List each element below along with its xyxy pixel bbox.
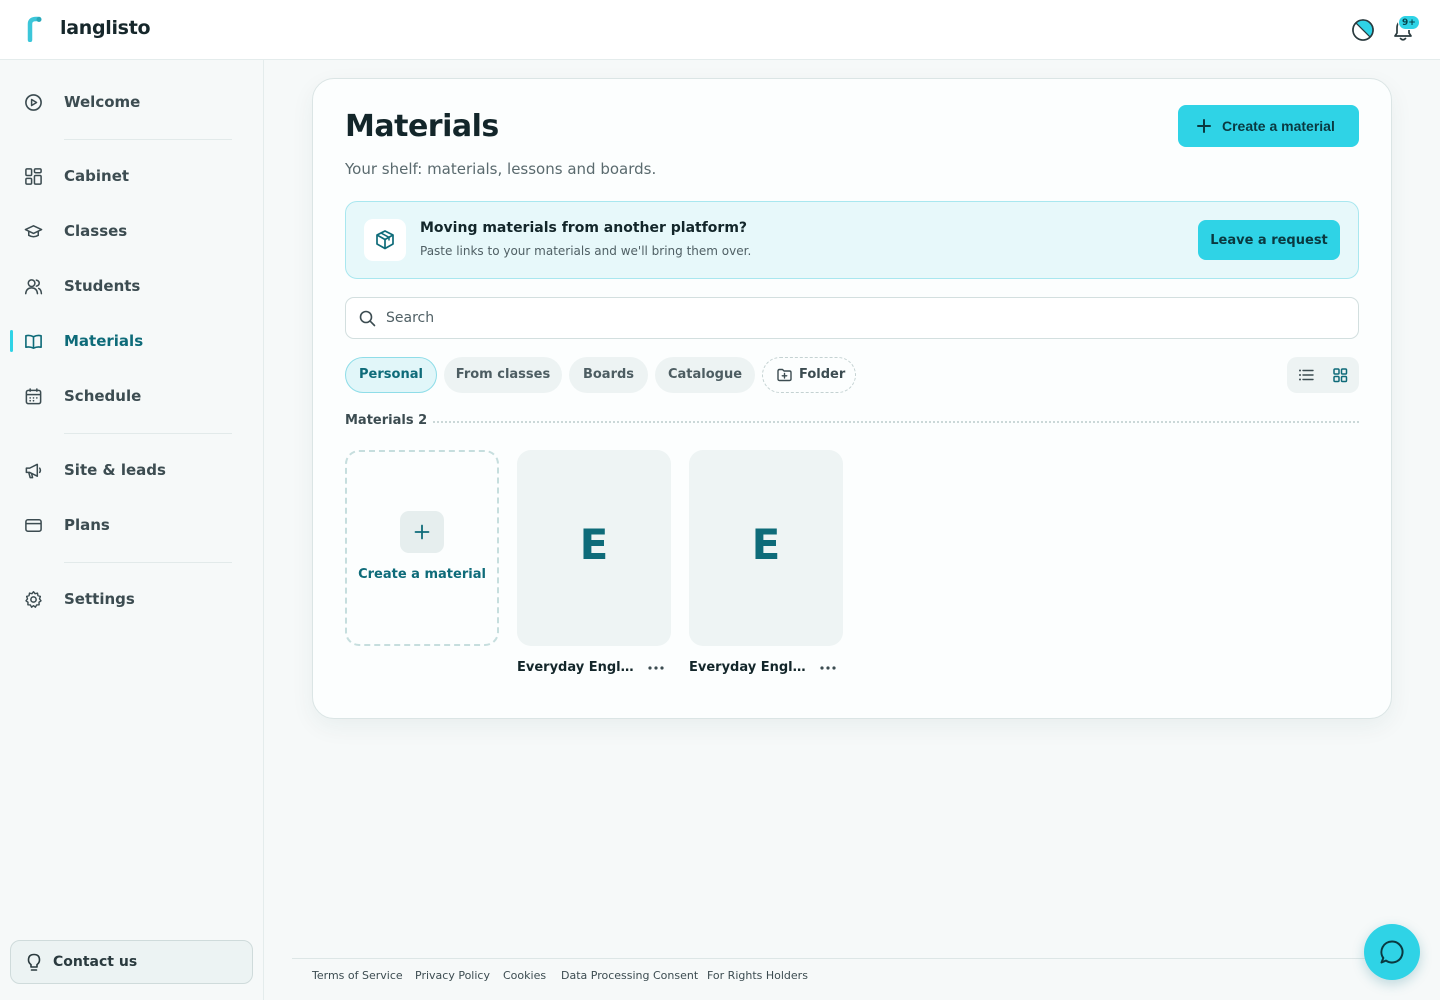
top-header: langlisto 9+ bbox=[0, 0, 1440, 60]
notification-badge: 9+ bbox=[1398, 15, 1420, 30]
sidebar-item-classes[interactable]: Classes bbox=[0, 211, 264, 251]
folder-label: Folder bbox=[799, 367, 846, 382]
footer-link-privacy[interactable]: Privacy Policy bbox=[415, 969, 490, 982]
new-folder-button[interactable]: Folder bbox=[762, 357, 856, 393]
material-thumbnail[interactable]: E bbox=[689, 450, 843, 646]
more-options-icon[interactable] bbox=[645, 658, 667, 678]
chat-button[interactable] bbox=[1364, 924, 1420, 980]
material-initial: E bbox=[751, 520, 781, 569]
search-box bbox=[345, 297, 1359, 339]
create-material-tile[interactable]: Create a material bbox=[345, 450, 499, 646]
material-initial: E bbox=[579, 520, 609, 569]
book-open-icon bbox=[25, 334, 42, 349]
sidebar-item-label: Classes bbox=[64, 222, 128, 240]
sidebar-item-label: Welcome bbox=[64, 93, 141, 111]
graduation-cap-icon bbox=[24, 225, 43, 238]
sidebar-item-label: Plans bbox=[64, 516, 110, 534]
sidebar-item-settings[interactable]: Settings bbox=[0, 579, 264, 619]
lightbulb-icon bbox=[27, 953, 41, 971]
sidebar-divider bbox=[64, 139, 232, 140]
footer-link-cookies[interactable]: Cookies bbox=[503, 969, 546, 982]
sidebar-item-label: Students bbox=[64, 277, 141, 295]
create-material-button[interactable]: Create a material bbox=[1178, 105, 1359, 147]
material-name[interactable]: Everyday Engli... bbox=[517, 660, 635, 675]
contact-us-label: Contact us bbox=[53, 954, 138, 970]
footer-link-rights-holders[interactable]: For Rights Holders bbox=[707, 969, 808, 982]
grid-icon bbox=[1333, 368, 1348, 383]
sidebar-item-welcome[interactable]: Welcome bbox=[0, 82, 264, 122]
sidebar-item-schedule[interactable]: Schedule bbox=[0, 376, 264, 416]
material-card[interactable]: E Everyday Engli... bbox=[517, 450, 671, 680]
sidebar-item-cabinet[interactable]: Cabinet bbox=[0, 156, 264, 196]
sidebar-divider bbox=[64, 433, 232, 434]
megaphone-icon bbox=[25, 463, 42, 479]
leave-request-button[interactable]: Leave a request bbox=[1198, 220, 1340, 260]
active-indicator bbox=[10, 330, 13, 352]
users-icon bbox=[24, 279, 43, 295]
grid-view-button[interactable] bbox=[1325, 361, 1355, 389]
banner-icon-box bbox=[364, 219, 406, 261]
sidebar-item-students[interactable]: Students bbox=[0, 266, 264, 306]
search-input[interactable] bbox=[386, 308, 1326, 328]
sidebar-item-label: Site & leads bbox=[64, 461, 166, 479]
banner-description: Paste links to your materials and we'll … bbox=[420, 244, 752, 258]
materials-panel: Materials Your shelf: materials, lessons… bbox=[312, 78, 1392, 719]
sidebar-item-materials[interactable]: Materials bbox=[0, 321, 264, 361]
create-material-label: Create a material bbox=[1222, 118, 1335, 134]
section-label: Materials 2 bbox=[345, 413, 428, 428]
sidebar-item-label: Schedule bbox=[64, 387, 142, 405]
theme-toggle-icon[interactable] bbox=[1351, 18, 1375, 42]
contact-us-button[interactable]: Contact us bbox=[10, 940, 253, 984]
section-divider bbox=[433, 421, 1359, 423]
sidebar-item-plans[interactable]: Plans bbox=[0, 505, 264, 545]
gear-icon bbox=[25, 590, 42, 608]
sidebar-item-label: Settings bbox=[64, 590, 135, 608]
material-name[interactable]: Everyday Engli... bbox=[689, 660, 807, 675]
page-subtitle: Your shelf: materials, lessons and board… bbox=[345, 160, 657, 178]
plus-icon bbox=[414, 524, 430, 540]
page-title: Materials bbox=[345, 109, 499, 144]
brand-name[interactable]: langlisto bbox=[60, 17, 151, 39]
list-icon bbox=[1299, 369, 1314, 381]
migration-banner: Moving materials from another platform? … bbox=[345, 201, 1359, 279]
tab-personal[interactable]: Personal bbox=[345, 357, 437, 393]
view-toggle bbox=[1287, 357, 1359, 393]
dashboard-icon bbox=[25, 168, 42, 185]
material-card[interactable]: E Everyday Engli... bbox=[689, 450, 843, 680]
tab-from-classes[interactable]: From classes bbox=[444, 357, 562, 393]
banner-title: Moving materials from another platform? bbox=[420, 220, 748, 236]
sidebar-item-label: Materials bbox=[64, 332, 144, 350]
plus-icon bbox=[1197, 119, 1211, 133]
search-icon bbox=[359, 310, 376, 327]
sidebar-item-label: Cabinet bbox=[64, 167, 130, 185]
play-circle-icon bbox=[25, 94, 42, 111]
calendar-icon bbox=[25, 388, 42, 405]
package-icon bbox=[376, 230, 394, 250]
sidebar: Welcome Cabinet Classes Students Materia… bbox=[0, 60, 264, 1000]
tab-boards[interactable]: Boards bbox=[569, 357, 648, 393]
plus-box bbox=[400, 511, 444, 553]
sidebar-divider bbox=[64, 562, 232, 563]
footer-link-data-processing[interactable]: Data Processing Consent bbox=[561, 969, 698, 982]
credit-card-icon bbox=[25, 519, 42, 532]
sidebar-item-site-leads[interactable]: Site & leads bbox=[0, 450, 264, 490]
footer-divider bbox=[292, 958, 1400, 959]
folder-plus-icon bbox=[777, 368, 792, 382]
material-thumbnail[interactable]: E bbox=[517, 450, 671, 646]
tab-catalogue[interactable]: Catalogue bbox=[655, 357, 755, 393]
footer-link-terms[interactable]: Terms of Service bbox=[312, 969, 403, 982]
more-options-icon[interactable] bbox=[817, 658, 839, 678]
create-material-tile-label: Create a material bbox=[358, 567, 486, 582]
list-view-button[interactable] bbox=[1291, 361, 1321, 389]
langlisto-logo-icon[interactable] bbox=[26, 16, 42, 42]
chat-bubble-icon bbox=[1380, 940, 1404, 964]
